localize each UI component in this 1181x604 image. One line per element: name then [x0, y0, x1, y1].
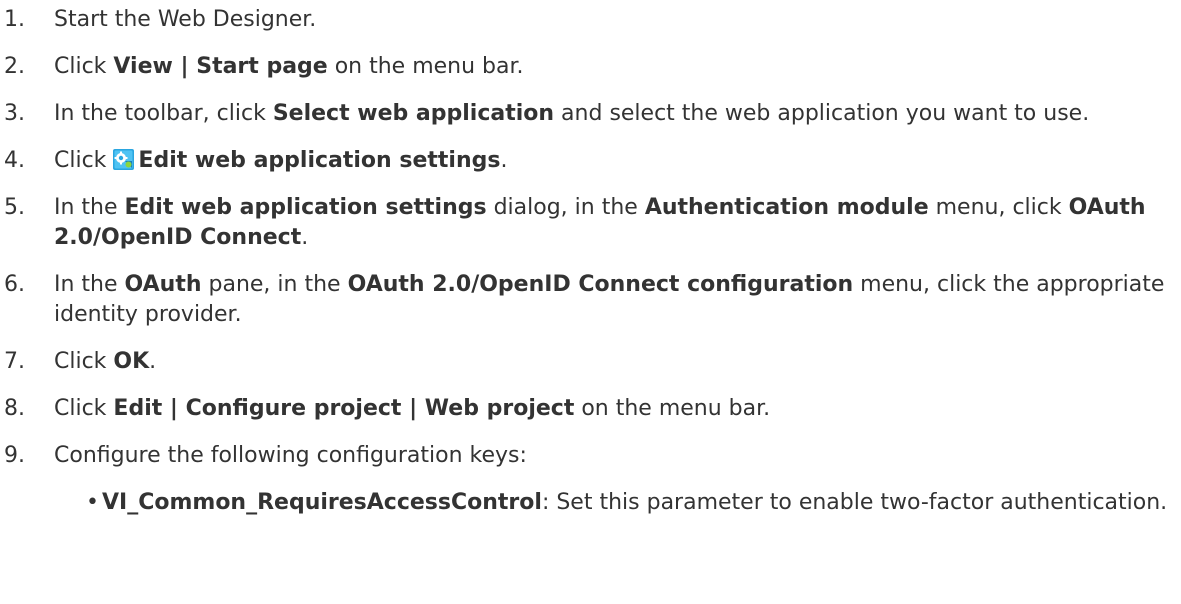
- configuration-key-list: • VI_Common_RequiresAccessControl: Set t…: [54, 488, 1174, 518]
- authentication-module-label: Authentication module: [644, 195, 929, 220]
- step-text: on the menu bar.: [327, 54, 524, 79]
- step-text: .: [149, 349, 157, 374]
- step-text: Click: [54, 148, 114, 173]
- step-number: 7.: [4, 349, 25, 374]
- step-text: Click: [54, 396, 114, 421]
- step-number: 3.: [4, 101, 25, 126]
- step-number: 5.: [4, 195, 25, 220]
- step-text: Configure the following configuration ke…: [54, 443, 527, 468]
- step-3: 3. In the toolbar, click Select web appl…: [4, 99, 1174, 129]
- step-2: 2. Click View | Start page on the menu b…: [4, 52, 1174, 82]
- menu-separator: |: [172, 54, 197, 79]
- step-text: pane, in the: [201, 272, 348, 297]
- step-1: 1. Start the Web Designer.: [4, 5, 1174, 35]
- menu-edit-label: Edit: [113, 396, 163, 421]
- step-9: 9. Configure the following configuration…: [4, 441, 1174, 518]
- step-text: In the: [54, 272, 125, 297]
- step-text: dialog, in the: [486, 195, 645, 220]
- step-7: 7. Click OK.: [4, 347, 1174, 377]
- step-6: 6. In the OAuth pane, in the OAuth 2.0/O…: [4, 270, 1174, 330]
- step-5: 5. In the Edit web application settings …: [4, 193, 1174, 253]
- configuration-key-description: : Set this parameter to enable two-facto…: [541, 490, 1168, 515]
- step-number: 2.: [4, 54, 25, 79]
- ok-label: OK: [113, 349, 150, 374]
- step-text: on the menu bar.: [574, 396, 771, 421]
- step-text: In the: [54, 195, 125, 220]
- step-number: 8.: [4, 396, 25, 421]
- edit-web-application-settings-label: Edit web application settings: [138, 148, 501, 173]
- oauth-pane-label: OAuth: [124, 272, 202, 297]
- select-web-application-label: Select web application: [272, 101, 555, 126]
- menu-web-project-label: Web project: [424, 396, 575, 421]
- step-text: Start the Web Designer.: [54, 7, 317, 32]
- step-8: 8. Click Edit | Configure project | Web …: [4, 394, 1174, 424]
- menu-configure-project-label: Configure project: [185, 396, 402, 421]
- step-text: Click: [54, 54, 114, 79]
- step-text: In the toolbar, click: [54, 101, 273, 126]
- instruction-list: 1. Start the Web Designer. 2. Click View…: [4, 5, 1174, 535]
- configuration-key-item: • VI_Common_RequiresAccessControl: Set t…: [54, 488, 1174, 518]
- step-text: and select the web application you want …: [554, 101, 1090, 126]
- bullet: •: [86, 490, 99, 515]
- step-text: menu, click: [928, 195, 1069, 220]
- step-4: 4. Click Edit web application settings.: [4, 146, 1174, 176]
- step-number: 9.: [4, 443, 25, 468]
- menu-start-page-label: Start page: [196, 54, 328, 79]
- menu-separator: |: [162, 396, 186, 421]
- dialog-name-label: Edit web application settings: [124, 195, 487, 220]
- web-application-settings-icon: [113, 149, 135, 170]
- step-text: .: [301, 225, 309, 250]
- menu-view-label: View: [113, 54, 173, 79]
- menu-separator: |: [401, 396, 425, 421]
- configuration-key-name: VI_Common_RequiresAccessControl: [102, 490, 542, 515]
- step-number: 6.: [4, 272, 25, 297]
- oauth-configuration-label: OAuth 2.0/OpenID Connect configuration: [347, 272, 854, 297]
- step-number: 4.: [4, 148, 25, 173]
- step-text: Click: [54, 349, 114, 374]
- step-text: .: [500, 148, 508, 173]
- step-number: 1.: [4, 7, 25, 32]
- document-page: 1. Start the Web Designer. 2. Click View…: [0, 0, 1181, 604]
